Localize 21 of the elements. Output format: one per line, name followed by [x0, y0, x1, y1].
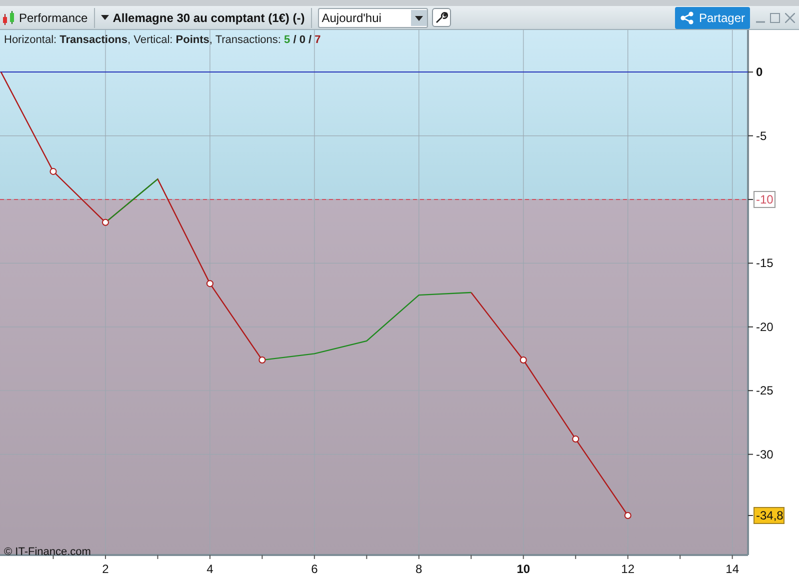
instrument-menu[interactable]: Allemagne 30 au comptant (1€) (-)	[100, 8, 305, 26]
x-tick-label: 6	[311, 562, 318, 576]
x-tick-label: 8	[416, 562, 422, 576]
x-tick-label: 2	[102, 562, 109, 576]
x-tick-label: 14	[726, 562, 739, 576]
x-tick-label: 10	[516, 562, 530, 576]
x-tick-label: 12	[621, 562, 635, 576]
y-tick-label: -30	[756, 447, 774, 462]
chart-info: Horizontal: Transactions, Vertical: Points, Transactions: 5 / 0 / 7	[4, 33, 321, 48]
threshold-label: -10	[754, 190, 776, 208]
y-tick-label: -25	[756, 384, 774, 398]
last-value-label: -34,8	[748, 507, 784, 524]
share-button[interactable]: Partager	[674, 6, 750, 28]
y-tick-label: -20	[756, 320, 774, 334]
period-select[interactable]: Aujourd'hui	[318, 8, 428, 28]
indicator-label[interactable]: Performance	[19, 8, 88, 26]
y-tick-label: 0	[756, 65, 763, 80]
copyright-text: © IT-Finance.com	[4, 545, 91, 560]
y-tick-label: -5	[756, 128, 767, 143]
y-tick-label: -15	[756, 256, 774, 270]
x-tick-label: 4	[206, 562, 214, 576]
